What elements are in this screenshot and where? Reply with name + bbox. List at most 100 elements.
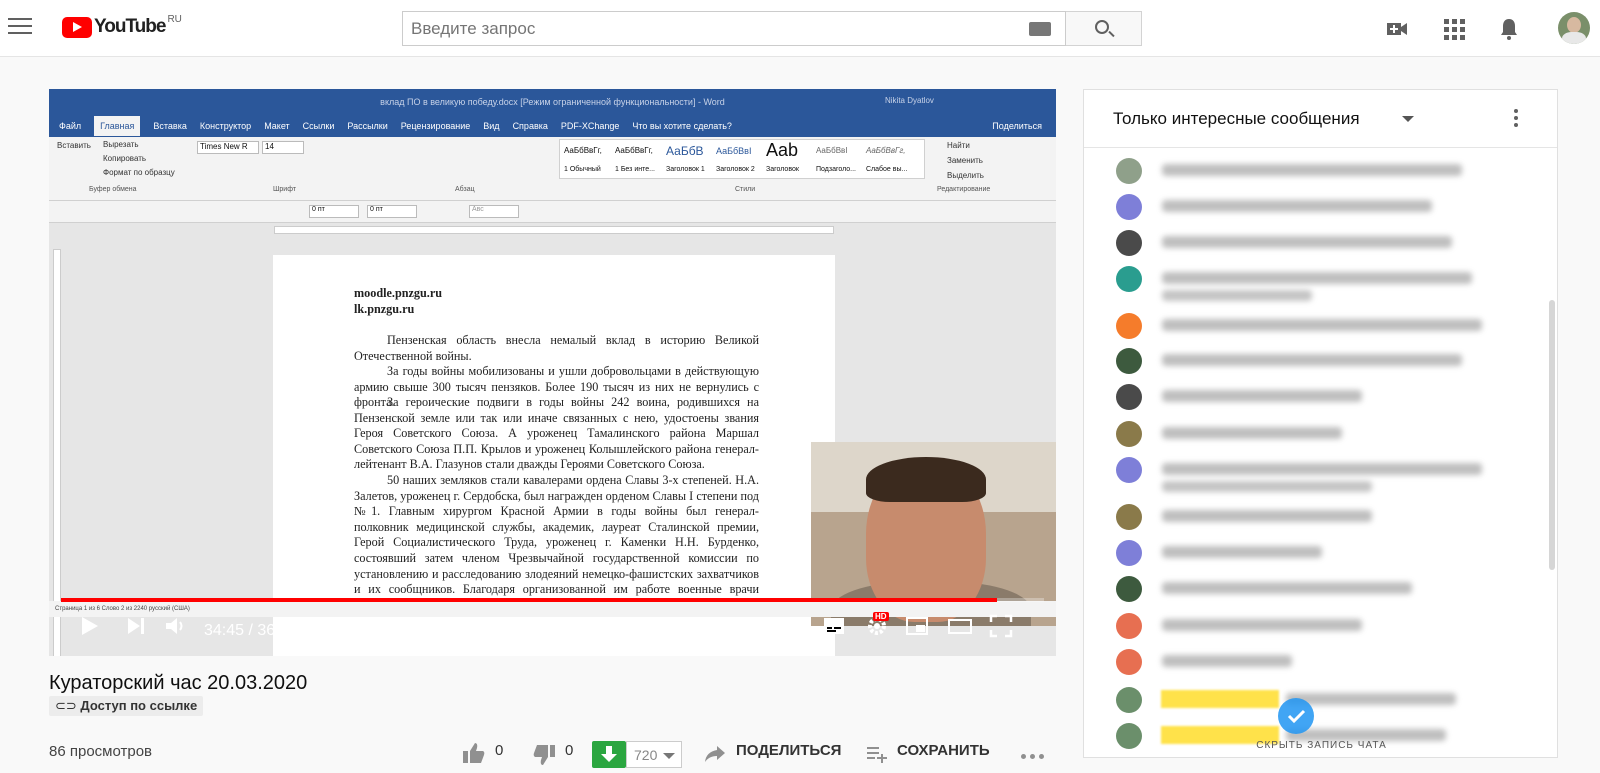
youtube-logo[interactable]: YouTube RU: [62, 13, 182, 38]
search-input[interactable]: [403, 12, 1003, 45]
replace-label: Заменить: [947, 156, 983, 165]
style-name: Заголовок: [766, 166, 799, 173]
avatar: [1116, 613, 1142, 639]
editing-group: Редактирование: [937, 186, 991, 193]
share-button[interactable]: ПОДЕЛИТЬСЯ: [736, 742, 841, 759]
word-tab: Рассылки: [347, 121, 388, 131]
word-tab-share: Поделиться: [992, 121, 1042, 131]
video-player[interactable]: вклад ПО в великую победу.docx [Режим ог…: [49, 89, 1056, 656]
quality-select[interactable]: 720: [626, 741, 682, 768]
progress-fill: [61, 598, 997, 602]
style-sample: Aab: [766, 140, 799, 160]
search-button[interactable]: [1066, 11, 1142, 46]
save-playlist-icon[interactable]: [866, 744, 888, 764]
apps-icon[interactable]: [1442, 17, 1466, 41]
save-button[interactable]: СОХРАНИТЬ: [897, 742, 990, 759]
doc-header-line: lk.pnzgu.ru: [354, 302, 415, 316]
copy-label: Копировать: [103, 154, 147, 163]
word-user: Nikita Dyatlov: [885, 96, 934, 105]
logo-text: YouTube: [94, 16, 166, 37]
next-icon[interactable]: [126, 616, 146, 636]
word-tab: Рецензирование: [400, 121, 471, 131]
chat-scrollbar[interactable]: [1549, 300, 1555, 570]
word-tab: Вид: [483, 121, 500, 131]
qat-font-box: Авс: [469, 205, 519, 218]
quality-value: 720: [634, 747, 658, 763]
create-video-icon[interactable]: [1385, 17, 1409, 41]
verified-check-icon: [1278, 698, 1314, 734]
theater-mode-icon[interactable]: [947, 615, 973, 637]
keyboard-icon[interactable]: [1029, 22, 1051, 36]
avatar: [1116, 348, 1142, 374]
live-chat-replay: Только интересные сообщения СКРЫТЬ ЗАПИС…: [1083, 89, 1558, 758]
font-group: Шрифт: [273, 186, 297, 193]
word-ribbon-tabs: Файл Главная Вставка Конструктор Макет С…: [49, 115, 1056, 137]
vertical-ruler: [53, 249, 61, 656]
highlighted-author: [1161, 690, 1279, 708]
dislike-count: 0: [565, 742, 574, 759]
access-badge-label: Доступ по ссылке: [80, 698, 198, 713]
progress-bar[interactable]: [61, 598, 1044, 602]
chat-mode-select[interactable]: Только интересные сообщения: [1113, 109, 1360, 129]
styles-group: Стили: [735, 186, 756, 193]
notifications-bell-icon[interactable]: [1497, 17, 1521, 41]
avatar: [1116, 158, 1142, 184]
word-tab: Файл: [59, 121, 82, 131]
word-tab: Конструктор: [199, 121, 252, 131]
doc-header-line: moodle.pnzgu.ru: [354, 286, 443, 300]
avatar: [1116, 649, 1142, 675]
avatar: [1116, 313, 1142, 339]
clipboard-group: Буфер обмена: [89, 186, 137, 193]
word-tab: Макет: [264, 121, 290, 131]
avatar: [1116, 194, 1142, 220]
logo-region: RU: [167, 13, 182, 25]
style-sample: АаБбВвГг,: [615, 146, 653, 155]
download-button[interactable]: [592, 741, 626, 768]
account-avatar[interactable]: [1558, 12, 1590, 44]
chevron-down-icon[interactable]: [1402, 116, 1414, 122]
fullscreen-icon[interactable]: [989, 614, 1013, 638]
time-current: 34:45: [204, 622, 245, 639]
more-actions-icon[interactable]: [1021, 754, 1047, 760]
search-box: [402, 11, 1066, 46]
style-name: Слабое вы...: [866, 166, 908, 173]
doc-paragraph: 50 наших земляков стали кавалерами орден…: [354, 473, 759, 612]
style-sample: АаБбВ: [666, 144, 704, 158]
word-tab: Что вы хотите сделать?: [632, 121, 732, 131]
play-icon[interactable]: [79, 615, 101, 637]
download-arrow-icon: [601, 746, 617, 762]
share-icon[interactable]: [704, 744, 726, 764]
avatar: [1116, 687, 1142, 713]
access-badge: ⊂⊃ Доступ по ссылке: [49, 696, 204, 716]
avatar: [1116, 540, 1142, 566]
subtitles-icon[interactable]: [822, 615, 846, 637]
menu-icon[interactable]: [8, 18, 32, 36]
font-size-box: 14: [262, 141, 304, 154]
dislike-icon[interactable]: [532, 744, 556, 766]
horizontal-ruler: [274, 226, 834, 234]
word-ribbon: Вставить Вырезать Копировать Формат по о…: [49, 137, 1056, 201]
styles-gallery: АаБбВвГг, АаБбВвГг, АаБбВ АаБбВвІ Aab Аа…: [559, 139, 925, 179]
style-sample: АаБбВвІ: [816, 146, 848, 155]
link-icon: ⊂⊃: [55, 698, 81, 713]
word-tab: Справка: [512, 121, 548, 131]
miniplayer-icon[interactable]: [905, 615, 929, 637]
like-count: 0: [495, 742, 504, 759]
search-icon: [1095, 20, 1109, 34]
avatar: [1116, 266, 1142, 292]
select-label: Выделить: [947, 171, 984, 180]
hide-chat-button[interactable]: СКРЫТЬ ЗАПИСЬ ЧАТА: [1084, 740, 1557, 757]
like-icon[interactable]: [462, 742, 486, 764]
paste-label: Вставить: [57, 141, 91, 150]
style-name: Заголовок 1: [666, 166, 705, 173]
word-quick-toolbar: 0 пт 0 пт Авс: [49, 201, 1056, 223]
spacing-after: 0 пт: [367, 205, 417, 218]
style-sample: АаБбВвГг,: [564, 146, 602, 155]
style-name: Заголовок 2: [716, 166, 755, 173]
chat-more-icon[interactable]: [1514, 109, 1518, 130]
font-name-box: Times New R: [197, 141, 259, 154]
volume-icon[interactable]: [164, 615, 186, 637]
find-label: Найти: [947, 141, 970, 150]
hd-badge: HD: [873, 612, 889, 621]
masthead: YouTube RU: [0, 0, 1600, 57]
